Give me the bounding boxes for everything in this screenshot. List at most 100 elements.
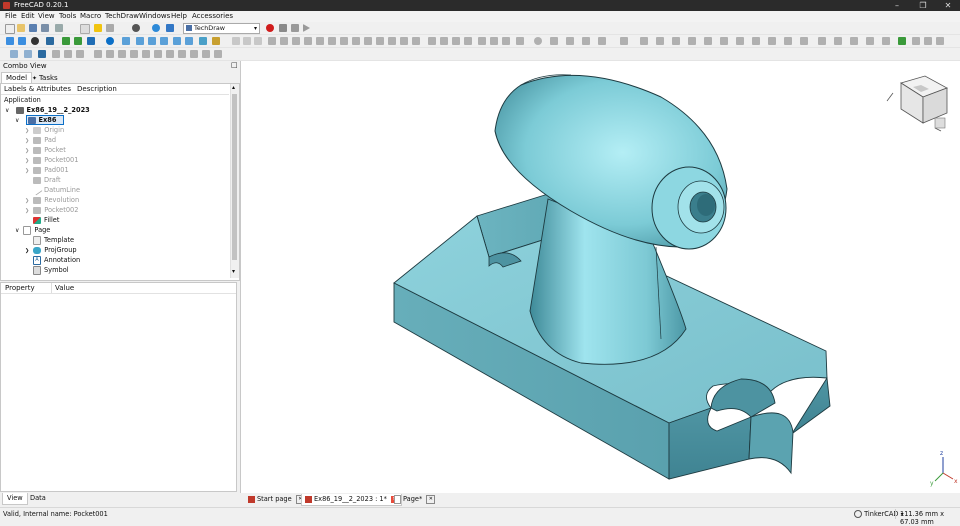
view-left-icon[interactable] bbox=[185, 37, 193, 45]
tree-item-datumline[interactable]: DatumLine bbox=[31, 184, 80, 196]
techdraw-tool-icon-32[interactable] bbox=[704, 37, 712, 45]
undock-icon[interactable]: □ bbox=[231, 61, 238, 69]
page-tool-icon-3[interactable] bbox=[76, 50, 84, 58]
macro-list-icon[interactable] bbox=[291, 24, 299, 32]
techdraw-tool-icon-24[interactable] bbox=[566, 37, 574, 45]
fit-all-icon[interactable] bbox=[6, 37, 14, 45]
whats-this-icon[interactable] bbox=[166, 24, 174, 32]
column-property[interactable]: Property bbox=[5, 284, 35, 292]
tree-item-symbol[interactable]: Symbol bbox=[33, 265, 69, 275]
column-description[interactable]: Description bbox=[77, 85, 117, 93]
techdraw-tool-icon-8[interactable] bbox=[352, 37, 360, 45]
print-icon[interactable] bbox=[55, 24, 63, 32]
techdraw-tool-icon-44[interactable] bbox=[898, 37, 906, 45]
menu-accessories[interactable]: Accessories bbox=[192, 12, 233, 20]
save-icon[interactable] bbox=[29, 24, 37, 32]
techdraw-tool-icon-30[interactable] bbox=[672, 37, 680, 45]
techdraw-tool-icon-41[interactable] bbox=[850, 37, 858, 45]
navigation-style-selector[interactable]: TinkerCAD ▾ bbox=[854, 509, 904, 519]
techdraw-tool-icon-35[interactable] bbox=[752, 37, 760, 45]
chevron-right-icon[interactable]: ❯ bbox=[25, 128, 29, 134]
techdraw-tool-icon-7[interactable] bbox=[340, 37, 348, 45]
tree-item-projgroup[interactable]: ❯ ProjGroup bbox=[25, 245, 77, 255]
menu-techdraw[interactable]: TechDraw bbox=[105, 12, 139, 20]
column-value[interactable]: Value bbox=[55, 284, 74, 292]
record-macro-icon[interactable] bbox=[266, 24, 274, 32]
page-tool-icon-4[interactable] bbox=[94, 50, 102, 58]
insert-template-icon[interactable] bbox=[24, 50, 32, 58]
part-icon[interactable] bbox=[232, 37, 240, 45]
techdraw-tool-icon-19[interactable] bbox=[490, 37, 498, 45]
navigation-cube[interactable] bbox=[886, 75, 948, 132]
scroll-down-icon[interactable]: ▾ bbox=[232, 268, 235, 275]
view-rear-icon[interactable] bbox=[160, 37, 168, 45]
nav-back-icon[interactable] bbox=[62, 37, 70, 45]
new-file-icon[interactable] bbox=[5, 24, 15, 34]
techdraw-tool-icon-23[interactable] bbox=[550, 37, 558, 45]
page-tool-icon-6[interactable] bbox=[118, 50, 126, 58]
insert-page-icon[interactable] bbox=[10, 50, 18, 58]
std-views-icon[interactable] bbox=[87, 37, 95, 45]
techdraw-tool-icon-3[interactable] bbox=[292, 37, 300, 45]
menu-macro[interactable]: Macro bbox=[80, 12, 101, 20]
tree-item-fillet[interactable]: Fillet bbox=[33, 215, 59, 225]
page-tool-icon-9[interactable] bbox=[154, 50, 162, 58]
chevron-down-icon[interactable]: ∨ bbox=[5, 107, 9, 114]
menu-edit[interactable]: Edit bbox=[21, 12, 35, 20]
fit-selection-icon[interactable] bbox=[18, 37, 26, 45]
chevron-right-icon[interactable]: ❯ bbox=[25, 138, 29, 144]
techdraw-tool-icon-12[interactable] bbox=[400, 37, 408, 45]
open-folder-icon[interactable] bbox=[199, 37, 207, 45]
column-labels[interactable]: Labels & Attributes bbox=[4, 85, 71, 93]
isometric-view-icon[interactable] bbox=[46, 37, 54, 45]
view-front-icon[interactable] bbox=[122, 37, 130, 45]
tree-item-pad[interactable]: ❯ Pad bbox=[25, 135, 56, 145]
chevron-down-icon[interactable]: ∨ bbox=[15, 117, 19, 124]
measure-icon[interactable] bbox=[212, 37, 220, 45]
scroll-up-icon[interactable]: ▴ bbox=[232, 84, 235, 91]
techdraw-tool-icon-34[interactable] bbox=[736, 37, 744, 45]
tree-item-pocket001[interactable]: ❯ Pocket001 bbox=[25, 155, 78, 165]
scrollbar-thumb[interactable] bbox=[232, 94, 237, 260]
view-right-icon[interactable] bbox=[148, 37, 156, 45]
maximize-button[interactable]: ❐ bbox=[911, 0, 935, 11]
tab-document[interactable]: Ex86_19__2_2023 : 1* ✕ bbox=[301, 494, 403, 506]
page-tool-icon-10[interactable] bbox=[166, 50, 174, 58]
techdraw-tool-icon-47[interactable] bbox=[936, 37, 944, 45]
menu-file[interactable]: File bbox=[5, 12, 17, 20]
page-tool-icon-13[interactable] bbox=[202, 50, 210, 58]
techdraw-tool-icon-9[interactable] bbox=[364, 37, 372, 45]
tree-item-template[interactable]: Template bbox=[33, 235, 74, 245]
workbench-selector[interactable]: TechDraw ▾ bbox=[183, 23, 260, 34]
techdraw-tool-icon-42[interactable] bbox=[866, 37, 874, 45]
view-bottom-icon[interactable] bbox=[173, 37, 181, 45]
techdraw-tool-icon-28[interactable] bbox=[640, 37, 648, 45]
techdraw-tool-icon-4[interactable] bbox=[304, 37, 312, 45]
chevron-right-icon[interactable]: ❯ bbox=[25, 208, 29, 214]
link-icon[interactable] bbox=[254, 37, 262, 45]
page-tool-icon-11[interactable] bbox=[178, 50, 186, 58]
undo-icon[interactable] bbox=[94, 24, 102, 32]
tree-item-page[interactable]: ∨ Page bbox=[15, 225, 50, 235]
techdraw-tool-icon-36[interactable] bbox=[768, 37, 776, 45]
techdraw-tool-icon-38[interactable] bbox=[800, 37, 808, 45]
tree-item-document[interactable]: ∨ Ex86_19__2_2023 bbox=[5, 105, 90, 115]
tree-item-body[interactable]: ∨ Ex86 bbox=[15, 115, 65, 125]
page-tool-icon-5[interactable] bbox=[106, 50, 114, 58]
techdraw-tool-icon-45[interactable] bbox=[912, 37, 920, 45]
nav-forward-icon[interactable] bbox=[74, 37, 82, 45]
techdraw-tool-icon-6[interactable] bbox=[328, 37, 336, 45]
stop-macro-icon[interactable] bbox=[279, 24, 287, 32]
techdraw-tool-icon-21[interactable] bbox=[516, 37, 524, 45]
menu-windows[interactable]: Windows bbox=[139, 12, 170, 20]
techdraw-tool-icon-39[interactable] bbox=[818, 37, 826, 45]
techdraw-tool-icon-15[interactable] bbox=[440, 37, 448, 45]
tree-scrollbar[interactable]: ▴ ▾ bbox=[230, 84, 239, 278]
menu-tools[interactable]: Tools bbox=[59, 12, 76, 20]
chevron-down-icon[interactable]: ∨ bbox=[15, 227, 19, 234]
techdraw-tool-icon-10[interactable] bbox=[376, 37, 384, 45]
3d-viewport[interactable]: z x y bbox=[241, 61, 960, 493]
page-tool-icon-12[interactable] bbox=[190, 50, 198, 58]
tab-page[interactable]: Page* ✕ bbox=[391, 494, 438, 505]
redo-icon[interactable] bbox=[106, 24, 114, 32]
